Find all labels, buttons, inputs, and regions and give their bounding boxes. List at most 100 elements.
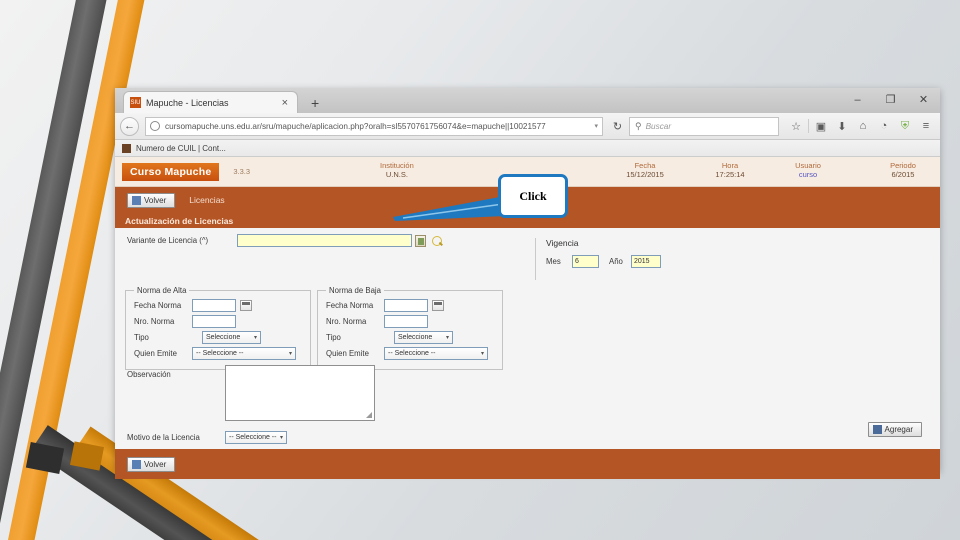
norma-baja-quien-value: -- Seleccione -- — [388, 350, 436, 357]
header-value-usuario: curso — [798, 170, 818, 180]
app-footer: Volver — [115, 449, 940, 479]
norma-alta-fecha-input[interactable] — [192, 299, 236, 312]
search-icon: ⚲ — [635, 120, 642, 131]
header-field-institucion: Institución U.N.S. — [380, 161, 414, 180]
browser-tab-bar: SIU Mapuche - Licencias × + – ❐ ✕ — [115, 88, 940, 113]
norma-alta-quien-label: Quien Emite — [134, 349, 177, 358]
address-bar[interactable]: cursomapuche.uns.edu.ar/sru/mapuche/apli… — [145, 116, 603, 136]
norma-baja-tipo-value: Seleccione — [398, 334, 433, 341]
vigencia-anio-input[interactable]: 2015 — [631, 255, 661, 268]
norma-alta-nro-label: Nro. Norma — [134, 317, 175, 326]
norma-alta-quien-value: -- Seleccione -- — [196, 350, 244, 357]
minimize-button[interactable]: – — [841, 88, 874, 113]
calendar-icon[interactable] — [432, 300, 444, 311]
norma-baja-legend: Norma de Baja — [329, 286, 382, 295]
close-tab-icon[interactable]: × — [279, 97, 291, 109]
norma-alta-quien-select[interactable]: -- Seleccione -- ▾ — [192, 347, 296, 360]
app-toolbar-title: Licencias — [189, 195, 225, 205]
norma-baja-fecha-input[interactable] — [384, 299, 428, 312]
norma-baja-nro-label: Nro. Norma — [326, 317, 367, 326]
magnifier-icon[interactable] — [431, 235, 443, 247]
browser-tab-title: Mapuche - Licencias — [146, 97, 229, 108]
menu-hamburger-icon[interactable]: ≡ — [917, 120, 935, 132]
motivo-select[interactable]: -- Seleccione -- ▾ — [225, 431, 287, 444]
new-tab-button[interactable]: + — [306, 95, 324, 111]
vigencia-group: Vigencia Mes 6 Año 2015 — [535, 238, 675, 280]
form-panel: Actualización de Licencias Variante de L… — [115, 213, 940, 449]
form-area: Variante de Licencia (^) Vigencia Mes 6 … — [115, 228, 940, 449]
back-button[interactable]: ← — [120, 116, 139, 136]
norma-alta-fecha-label: Fecha Norma — [134, 301, 182, 310]
agregar-label: Agregar — [884, 425, 913, 434]
header-value-periodo: 6/2015 — [891, 170, 915, 180]
header-value-institucion: U.N.S. — [385, 170, 408, 180]
chevron-down-icon: ▾ — [480, 351, 484, 357]
bookmark-folder-icon — [122, 143, 131, 153]
volver-top-button[interactable]: Volver — [127, 192, 176, 208]
home-icon[interactable]: ⌂ — [854, 120, 872, 132]
observacion-label: Observación — [127, 370, 171, 379]
variante-label: Variante de Licencia (^) — [127, 236, 209, 245]
norma-baja-tipo-label: Tipo — [326, 333, 341, 342]
chevron-down-icon: ▾ — [279, 435, 283, 441]
norma-alta-legend: Norma de Alta — [137, 286, 187, 295]
vigencia-mes-input[interactable]: 6 — [572, 255, 599, 268]
bookmarks-bar: Numero de CUIL | Cont... — [115, 140, 940, 157]
norma-alta-tipo-value: Seleccione — [206, 334, 241, 341]
norma-alta-nro-input[interactable] — [192, 315, 236, 328]
norma-baja-fecha-row: Fecha Norma — [326, 299, 496, 312]
norma-baja-quien-select[interactable]: -- Seleccione -- ▾ — [384, 347, 488, 360]
norma-alta-tipo-select[interactable]: Seleccione ▾ — [202, 331, 261, 344]
variante-input[interactable] — [237, 234, 412, 247]
bookmark-item[interactable]: Numero de CUIL | Cont... — [136, 144, 226, 153]
norma-alta-nro-row: Nro. Norma — [134, 315, 304, 328]
search-bar[interactable]: ⚲ Buscar — [629, 116, 779, 136]
back-arrow-icon — [132, 459, 141, 469]
motivo-value: -- Seleccione -- — [229, 434, 277, 441]
sync-chat-icon[interactable]: ◔ — [875, 120, 893, 132]
downloads-icon[interactable]: ⬇ — [833, 120, 851, 133]
reader-view-icon[interactable]: ▣ — [812, 120, 830, 133]
shield-icon[interactable]: ⛨ — [896, 120, 914, 133]
siu-favicon-icon: SIU — [130, 97, 141, 108]
observacion-textarea[interactable] — [225, 365, 375, 421]
browser-window: SIU Mapuche - Licencias × + – ❐ ✕ ← curs… — [115, 88, 940, 479]
motivo-label: Motivo de la Licencia — [127, 433, 200, 442]
header-field-fecha: Fecha 15/12/2015 — [615, 161, 675, 180]
agregar-button[interactable]: Agregar — [867, 422, 922, 437]
header-label-institucion: Institución — [380, 161, 414, 170]
motivo-row: Motivo de la Licencia -- Seleccione -- ▾ — [127, 431, 287, 444]
norma-baja-fieldset: Norma de Baja Fecha Norma Nro. Norma Tip… — [317, 286, 503, 370]
norma-alta-tipo-label: Tipo — [134, 333, 149, 342]
norma-baja-tipo-select[interactable]: Seleccione ▾ — [394, 331, 453, 344]
calendar-icon[interactable] — [240, 300, 252, 311]
norma-baja-tipo-row: Tipo Seleccione ▾ — [326, 331, 496, 344]
header-label-hora: Hora — [721, 161, 739, 170]
bookmark-star-icon[interactable]: ☆ — [787, 120, 805, 133]
variante-row: Variante de Licencia (^) — [127, 234, 443, 247]
back-arrow-icon — [132, 195, 141, 205]
volver-bottom-button[interactable]: Volver — [127, 456, 176, 472]
norma-baja-nro-input[interactable] — [384, 315, 428, 328]
chevron-down-icon: ▾ — [445, 335, 449, 341]
window-controls: – ❐ ✕ — [841, 88, 940, 113]
restore-button[interactable]: ❐ — [874, 88, 907, 113]
header-label-fecha: Fecha — [634, 161, 656, 170]
norma-baja-quien-row: Quien Emite -- Seleccione -- ▾ — [326, 347, 496, 360]
list-picker-icon[interactable] — [415, 234, 426, 247]
header-label-usuario: Usuario — [795, 161, 821, 170]
callout-arrow — [393, 196, 505, 221]
browser-tab[interactable]: SIU Mapuche - Licencias × — [123, 91, 298, 113]
slide-canvas: SIU Mapuche - Licencias × + – ❐ ✕ ← curs… — [0, 0, 960, 540]
vigencia-mes-label: Mes — [546, 257, 561, 266]
volver-bottom-label: Volver — [144, 459, 167, 469]
vigencia-title: Vigencia — [546, 238, 579, 248]
header-field-periodo: Periodo 6/2015 — [875, 161, 931, 180]
header-field-usuario: Usuario curso — [780, 161, 836, 180]
callout-text: Click — [519, 188, 547, 203]
address-dropdown-icon[interactable]: ▾ — [591, 122, 598, 130]
close-window-button[interactable]: ✕ — [907, 88, 940, 113]
reload-button[interactable]: ↻ — [609, 120, 626, 133]
header-label-periodo: Periodo — [890, 161, 916, 170]
search-placeholder: Buscar — [645, 121, 672, 131]
